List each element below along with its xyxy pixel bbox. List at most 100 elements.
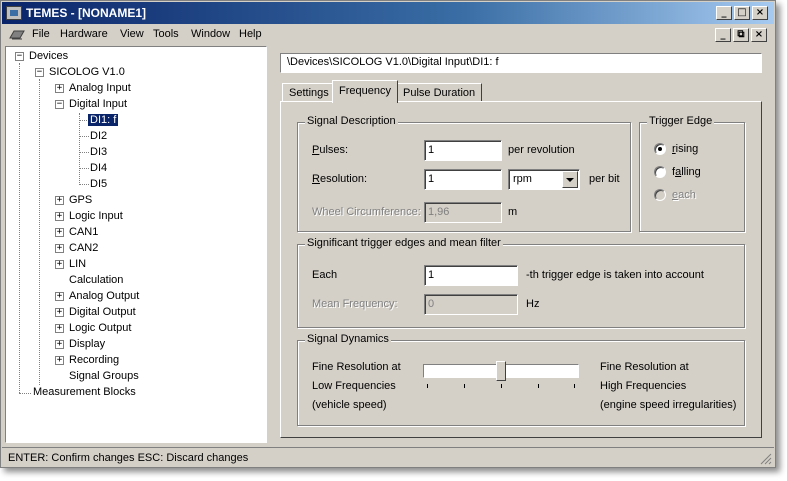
expand-icon[interactable]: +	[55, 356, 64, 365]
window-title: TEMES - [NONAME1]	[26, 6, 146, 20]
signal-dynamics-group: Signal Dynamics Fine Resolution at Low F…	[297, 333, 745, 426]
tree-item-di2[interactable]: DI2	[90, 129, 107, 144]
tab-settings[interactable]: Settings	[282, 83, 336, 102]
slider-tick	[501, 384, 502, 388]
tree-item-can1[interactable]: + CAN1	[55, 225, 98, 240]
low-freq-line-1: Fine Resolution at	[312, 361, 401, 373]
document-icon[interactable]	[8, 29, 26, 41]
tree-item-digital-output[interactable]: + Digital Output	[55, 305, 136, 320]
menu-tools[interactable]: Tools	[153, 28, 179, 40]
radio-falling-label[interactable]: falling	[672, 166, 701, 178]
tree-label: SICOLOG V1.0	[49, 66, 125, 78]
resolution-unit-select[interactable]: rpm	[508, 169, 580, 190]
tree-item-calculation[interactable]: Calculation	[69, 273, 123, 288]
high-freq-line-1: Fine Resolution at	[600, 361, 689, 373]
tree-label: Analog Output	[69, 290, 140, 302]
tree-item-measurement-blocks[interactable]: Measurement Blocks	[33, 385, 136, 400]
low-freq-line-3: (vehicle speed)	[312, 399, 387, 411]
expand-icon[interactable]: +	[55, 244, 64, 253]
tree-item-logic-output[interactable]: + Logic Output	[55, 321, 131, 336]
tree-item-logic-input[interactable]: + Logic Input	[55, 209, 123, 224]
tree-item-digital-input[interactable]: − Digital Input	[55, 97, 127, 112]
tab-pulse-duration[interactable]: Pulse Duration	[396, 83, 483, 102]
tree-item-analog-input[interactable]: + Analog Input	[55, 81, 131, 96]
menu-view[interactable]: View	[120, 28, 144, 40]
tree-item-di5[interactable]: DI5	[90, 177, 107, 192]
tab-frequency[interactable]: Frequency	[332, 80, 398, 103]
tree-item-analog-output[interactable]: + Analog Output	[55, 289, 139, 304]
tree-label: DI3	[90, 146, 108, 158]
expand-icon[interactable]: +	[55, 228, 64, 237]
expand-icon[interactable]: +	[55, 84, 64, 93]
tree-label: DI4	[90, 162, 108, 174]
device-tree[interactable]: − Devices − SICOLOG V1.0 + Analog Input …	[5, 46, 267, 443]
status-text: ENTER: Confirm changes ESC: Discard chan…	[8, 452, 249, 464]
maximize-button[interactable]: □	[734, 6, 750, 20]
resolution-input[interactable]: 1	[424, 169, 502, 190]
pulses-unit: per revolution	[508, 144, 575, 156]
tree-item-di4[interactable]: DI4	[90, 161, 107, 176]
tree-connector	[19, 393, 31, 394]
tree-item-di3[interactable]: DI3	[90, 145, 107, 160]
app-icon	[6, 6, 22, 20]
each-label: Each	[312, 269, 338, 281]
tree-label: Digital Input	[69, 98, 128, 110]
expand-icon[interactable]: +	[55, 196, 64, 205]
resize-grip-icon[interactable]	[760, 453, 772, 465]
tree-label: Analog Input	[69, 82, 131, 94]
slider-tick	[427, 384, 428, 388]
radio-each-label[interactable]: each	[672, 189, 696, 201]
radio-each[interactable]	[654, 189, 666, 201]
tree-item-can2[interactable]: + CAN2	[55, 241, 98, 256]
expand-icon[interactable]: +	[55, 308, 64, 317]
tree-label: Logic Input	[69, 210, 123, 222]
tree-item-sicolog[interactable]: − SICOLOG V1.0	[35, 65, 125, 80]
menu-file[interactable]: File	[32, 28, 50, 40]
wheel-circumference-label: Wheel Circumference:	[312, 206, 421, 218]
radio-falling[interactable]	[654, 166, 666, 178]
tree-connector	[79, 152, 89, 153]
resolution-slider-thumb[interactable]	[496, 361, 506, 381]
collapse-icon[interactable]: −	[35, 68, 44, 77]
tree-label: CAN1	[69, 226, 99, 238]
minimize-button[interactable]: _	[716, 6, 732, 20]
mdi-minimize-button[interactable]: _	[715, 28, 731, 42]
tree-label: Digital Output	[69, 306, 136, 318]
mean-frequency-input[interactable]: 0	[424, 294, 518, 315]
radio-rising[interactable]	[654, 143, 666, 155]
chevron-down-icon[interactable]	[562, 171, 578, 188]
wheel-circumference-unit: m	[508, 206, 518, 218]
tree-item-recording[interactable]: + Recording	[55, 353, 119, 368]
tree-item-lin[interactable]: + LIN	[55, 257, 86, 272]
tree-label: DI5	[90, 178, 108, 190]
tree-item-di1[interactable]: DI1: f	[86, 113, 120, 128]
mean-filter-group: Significant trigger edges and mean filte…	[297, 237, 745, 328]
mdi-restore-button[interactable]: ⧉	[733, 28, 749, 42]
tree-item-display[interactable]: + Display	[55, 337, 105, 352]
wheel-circumference-input[interactable]: 1,96	[424, 202, 502, 223]
menu-window[interactable]: Window	[191, 28, 230, 40]
resolution-unit-label: per bit	[589, 173, 620, 185]
tree-item-gps[interactable]: + GPS	[55, 193, 92, 208]
expand-icon[interactable]: +	[55, 212, 64, 221]
mdi-close-button[interactable]: ×	[751, 28, 767, 42]
menu-help[interactable]: Help	[239, 28, 262, 40]
collapse-icon[interactable]: −	[15, 52, 24, 61]
expand-icon[interactable]: +	[55, 340, 64, 349]
title-bar[interactable]: TEMES - [NONAME1] _ □ ×	[2, 2, 774, 24]
collapse-icon[interactable]: −	[55, 100, 64, 109]
tree-item-devices[interactable]: − Devices	[15, 49, 68, 64]
menu-hardware[interactable]: Hardware	[60, 28, 108, 40]
properties-panel: \Devices\SICOLOG V1.0\Digital Input\DI1:…	[272, 46, 772, 443]
path-field[interactable]: \Devices\SICOLOG V1.0\Digital Input\DI1:…	[280, 53, 762, 73]
pulses-input[interactable]: 1	[424, 140, 502, 161]
tree-connector	[79, 113, 80, 185]
expand-icon[interactable]: +	[55, 292, 64, 301]
each-input[interactable]: 1	[424, 265, 518, 286]
expand-icon[interactable]: +	[55, 324, 64, 333]
tree-label: DI2	[90, 130, 108, 142]
radio-rising-label[interactable]: rising	[672, 143, 698, 155]
tree-item-signal-groups[interactable]: Signal Groups	[69, 369, 139, 384]
close-button[interactable]: ×	[752, 6, 768, 20]
expand-icon[interactable]: +	[55, 260, 64, 269]
